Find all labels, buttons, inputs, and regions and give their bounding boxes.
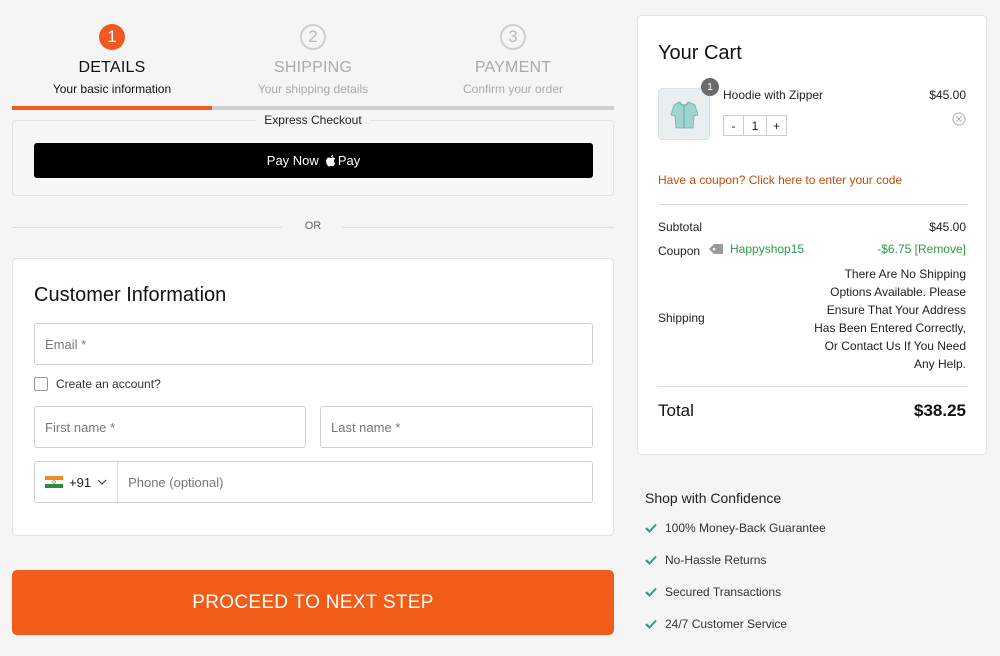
or-label: OR — [304, 220, 322, 232]
total-label: Total — [658, 401, 694, 420]
step-number: 2 — [300, 24, 326, 50]
shipping-label: Shipping — [658, 311, 705, 325]
proceed-button[interactable]: PROCEED TO NEXT STEP — [12, 570, 614, 635]
subtotal-label: Subtotal — [658, 220, 703, 234]
apple-pay-button[interactable]: Pay Now Pay — [34, 143, 593, 178]
confidence-item-label: Secured Transactions — [665, 585, 782, 599]
step-subtitle: Your shipping details — [257, 82, 369, 96]
cart-title: Your Cart — [658, 42, 742, 64]
or-divider: OR — [12, 218, 614, 238]
check-icon — [645, 523, 657, 533]
step-title: PAYMENT — [474, 59, 552, 76]
create-account-row[interactable]: Create an account? — [34, 377, 161, 391]
check-icon — [645, 587, 657, 597]
product-price: $45.00 — [929, 88, 966, 102]
quantity-value[interactable]: 1 — [744, 115, 766, 136]
customer-information-heading: Customer Information — [34, 284, 227, 306]
express-checkout-box: Express Checkout Pay Now Pay — [12, 113, 614, 196]
step-title: SHIPPING — [273, 59, 353, 76]
coupon-discount: -$6.75 — [877, 242, 912, 256]
apple-icon — [325, 154, 336, 167]
remove-coupon-link[interactable]: [Remove] — [915, 242, 966, 256]
confidence-item-label: No-Hassle Returns — [665, 553, 767, 567]
confidence-item-label: 100% Money-Back Guarantee — [665, 521, 826, 535]
pay-brand-label: Pay — [337, 153, 361, 168]
quantity-stepper: - 1 + — [723, 115, 787, 136]
checkout-steps: 1 DETAILS Your basic information 2 SHIPP… — [12, 18, 614, 110]
step-progress-fill — [12, 106, 212, 110]
step-subtitle: Your basic information — [52, 82, 172, 96]
remove-item-icon[interactable] — [952, 112, 966, 126]
phone-placeholder: Phone (optional) — [128, 474, 224, 490]
step-progress-bar — [12, 106, 614, 110]
chevron-down-icon — [97, 479, 107, 485]
step-details[interactable]: 1 DETAILS Your basic information — [12, 18, 212, 96]
step-subtitle: Confirm your order — [462, 82, 564, 96]
confidence-item: Secured Transactions — [645, 585, 781, 599]
last-name-field[interactable]: Last name * — [320, 406, 593, 448]
cart-panel: Your Cart 1 Hoodie with Zipper $45.00 - … — [637, 15, 987, 455]
coupon-link[interactable]: Have a coupon? Click here to enter your … — [658, 173, 902, 187]
step-number: 3 — [500, 24, 526, 50]
country-code: +91 — [69, 474, 92, 490]
increase-quantity-button[interactable]: + — [766, 115, 787, 136]
step-title: DETAILS — [78, 59, 146, 76]
tag-icon — [709, 244, 723, 254]
confidence-item-label: 24/7 Customer Service — [665, 617, 788, 631]
express-checkout-label: Express Checkout — [256, 113, 370, 127]
divider — [658, 386, 968, 387]
confidence-title: Shop with Confidence — [645, 490, 782, 506]
pay-now-label: Pay Now — [266, 153, 319, 168]
confidence-item: 24/7 Customer Service — [645, 617, 787, 631]
applied-coupon: Happyshop15 — [708, 242, 804, 256]
first-name-placeholder: First name * — [45, 419, 116, 435]
subtotal-value: $45.00 — [929, 220, 966, 234]
coupon-code: Happyshop15 — [730, 242, 805, 256]
product-name: Hoodie with Zipper — [723, 88, 824, 102]
quantity-badge: 1 — [701, 78, 719, 96]
check-icon — [645, 619, 657, 629]
step-payment[interactable]: 3 PAYMENT Confirm your order — [413, 18, 613, 96]
country-code-selector[interactable]: +91 — [35, 462, 119, 502]
step-number: 1 — [99, 24, 125, 50]
india-flag-icon — [45, 476, 63, 488]
hoodie-icon — [670, 101, 699, 129]
shipping-message: There Are No Shipping Options Available.… — [814, 267, 966, 371]
email-field[interactable]: Email * — [34, 323, 593, 365]
first-name-field[interactable]: First name * — [34, 406, 306, 448]
create-account-label: Create an account? — [56, 377, 161, 391]
phone-field[interactable]: +91 Phone (optional) — [34, 461, 593, 503]
decrease-quantity-button[interactable]: - — [723, 115, 744, 136]
confidence-item: 100% Money-Back Guarantee — [645, 521, 826, 535]
last-name-placeholder: Last name * — [331, 419, 401, 435]
email-placeholder: Email * — [45, 336, 87, 352]
divider — [658, 204, 968, 205]
create-account-checkbox[interactable] — [34, 377, 48, 391]
step-shipping[interactable]: 2 SHIPPING Your shipping details — [213, 18, 413, 96]
coupon-label: Coupon — [658, 244, 701, 258]
check-icon — [645, 555, 657, 565]
product-thumbnail — [658, 88, 710, 140]
coupon-discount-row: -$6.75 [Remove] — [877, 242, 966, 256]
total-value: $38.25 — [914, 401, 966, 420]
confidence-item: No-Hassle Returns — [645, 553, 766, 567]
customer-information-card: Customer Information Email * Create an a… — [12, 258, 614, 536]
